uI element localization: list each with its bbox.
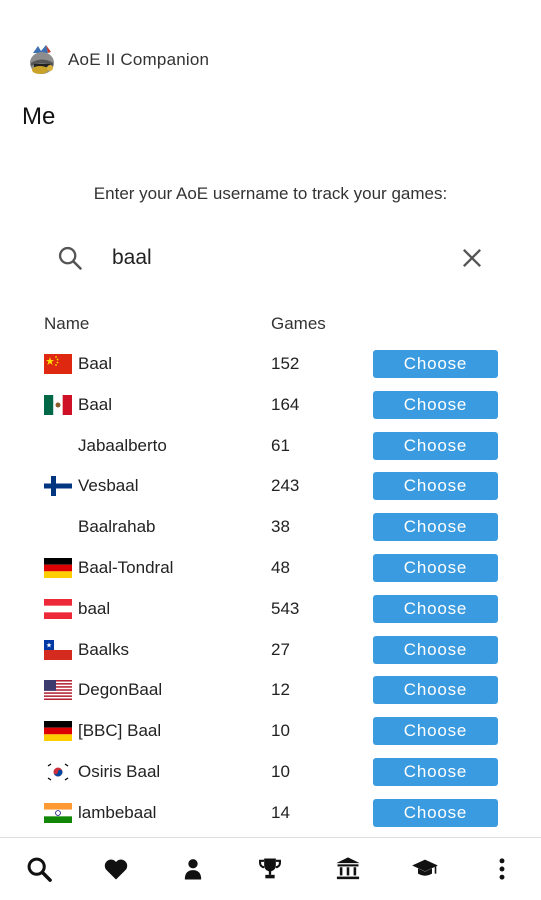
- player-row: baal 543 Choose: [0, 589, 541, 630]
- player-row: Baal-Tondral 48 Choose: [0, 548, 541, 589]
- player-name: Baalrahab: [78, 517, 156, 537]
- player-row: Baalks 27 Choose: [0, 630, 541, 671]
- player-games: 10: [271, 721, 290, 741]
- app-title: AoE II Companion: [68, 50, 210, 69]
- page-title: Me: [22, 103, 56, 130]
- choose-button[interactable]: Choose: [373, 472, 498, 501]
- player-games: 152: [271, 354, 300, 373]
- table-header: Name Games: [0, 314, 541, 338]
- nav-search[interactable]: [19, 849, 59, 889]
- choose-button[interactable]: Choose: [373, 553, 498, 582]
- player-games: 48: [271, 557, 290, 577]
- flag-us-icon: [44, 680, 72, 701]
- flag-de-icon: [44, 557, 72, 578]
- instruction-text: Enter your AoE username to track your ga…: [93, 184, 448, 203]
- player-name: lambebaal: [78, 802, 157, 822]
- choose-button[interactable]: Choose: [373, 350, 498, 378]
- knight-helmet-icon: [30, 45, 54, 74]
- flag-mx-icon: [44, 394, 72, 415]
- player-name: Baal: [78, 394, 113, 414]
- player-games: 10: [271, 761, 290, 781]
- search-icon: [27, 857, 52, 882]
- choose-button[interactable]: Choose: [373, 757, 498, 786]
- player-row: Baal 164 Choose: [0, 385, 541, 426]
- flag-fi-icon: [44, 476, 72, 497]
- graduation-cap-icon: [412, 859, 438, 876]
- nav-me[interactable]: [173, 849, 213, 889]
- flag-kr-icon: [44, 761, 72, 782]
- player-name: Baalks: [78, 639, 130, 659]
- trophy-icon: [259, 858, 282, 879]
- player-games: 164: [271, 394, 300, 414]
- player-name: Baal-Tondral: [78, 557, 174, 577]
- player-row: Baal 152 Choose: [0, 344, 541, 385]
- flag-cn-icon: [44, 354, 72, 374]
- choose-button[interactable]: Choose: [373, 676, 498, 705]
- choose-button[interactable]: Choose: [373, 717, 498, 746]
- museum-icon: [336, 857, 360, 880]
- player-name: baal: [78, 598, 111, 618]
- player-row: Jabaalberto 61 Choose: [0, 426, 541, 467]
- player-games: 14: [271, 802, 290, 822]
- choose-button[interactable]: Choose: [373, 431, 498, 460]
- flag-in-icon: [44, 802, 72, 823]
- player-games: 12: [271, 680, 290, 700]
- header-name: Name: [44, 314, 90, 333]
- player-name: Baal: [78, 354, 113, 373]
- player-name: [BBC] Baal: [78, 721, 162, 741]
- more-vertical-icon: [499, 858, 505, 880]
- nav-learn[interactable]: [405, 849, 445, 889]
- flag-de-icon: [44, 721, 72, 742]
- player-games: 243: [271, 476, 300, 496]
- choose-button[interactable]: Choose: [373, 594, 498, 623]
- nav-leaderboard[interactable]: [250, 849, 290, 889]
- choose-button[interactable]: Choose: [373, 635, 498, 664]
- nav-favorites[interactable]: [96, 849, 136, 889]
- close-icon[interactable]: [458, 244, 486, 272]
- choose-button[interactable]: Choose: [373, 798, 498, 827]
- player-name: Osiris Baal: [78, 761, 161, 781]
- player-games: 27: [271, 639, 290, 659]
- player-row: Baalrahab 38 Choose: [0, 507, 541, 548]
- player-games: 61: [271, 435, 290, 455]
- player-row: [BBC] Baal 10 Choose: [0, 711, 541, 752]
- user-icon: [185, 859, 202, 880]
- player-row: Osiris Baal 10 Choose: [0, 752, 541, 793]
- search-input[interactable]: [112, 242, 432, 274]
- app-bar: AoE II Companion: [24, 40, 209, 80]
- player-row: Vesbaal 243 Choose: [0, 466, 541, 507]
- nav-civilizations[interactable]: [328, 849, 368, 889]
- bottom-navigation: [0, 837, 541, 900]
- search-bar: [56, 236, 486, 280]
- flag-cl-icon: [44, 639, 72, 660]
- player-name: Jabaalberto: [78, 435, 167, 455]
- player-list: Baal 152 Choose Baal 164 Choose Jabaalberto 61 C…: [0, 344, 541, 834]
- header-games: Games: [271, 314, 326, 333]
- nav-more[interactable]: [482, 849, 522, 889]
- heart-icon: [104, 859, 128, 880]
- search-icon: [58, 246, 82, 270]
- player-row: lambebaal 14 Choose: [0, 793, 541, 834]
- choose-button[interactable]: Choose: [373, 390, 498, 419]
- choose-button[interactable]: Choose: [373, 513, 498, 542]
- player-games: 38: [271, 517, 290, 537]
- player-games: 543: [271, 598, 300, 618]
- flag-at-icon: [44, 598, 72, 619]
- player-row: DegonBaal 12 Choose: [0, 670, 541, 711]
- player-name: Vesbaal: [78, 476, 139, 496]
- player-name: DegonBaal: [78, 680, 163, 700]
